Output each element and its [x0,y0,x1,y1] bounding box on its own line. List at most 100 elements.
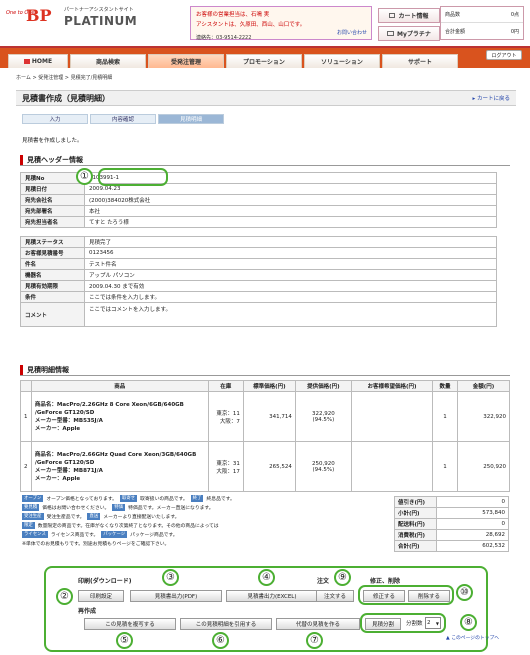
step-confirm: 内容確認 [90,114,156,124]
total-row: 小計(円) 573,840 [394,507,509,519]
total-row: 配送料(円) 0 [394,518,509,530]
detail-column-header: 提供価格(円) [294,380,352,392]
info-key: 条件 [20,291,85,303]
standard-price: 265,524 [242,441,296,492]
product-maker: メーカー：Apple [34,475,81,482]
items-value: 0点 [510,12,519,18]
edit-group-label: 修正、削除 [370,578,401,585]
product-name: 商品名：MacPro/2.26GHz 8 Core Xeon/6GB/640GB [34,401,184,408]
detail-column-header: 商品 [30,380,209,392]
edit-button[interactable]: 修正する [363,590,405,602]
header-info-heading: 見積ヘッダー情報 [20,154,510,166]
order-button[interactable]: 注文する [316,590,354,602]
excel-output-button[interactable]: 見積書出力(EXCEL) [226,590,318,602]
tab-promotion[interactable]: プロモーション [226,54,302,68]
my-platinum-label: Myプラチナ [397,31,431,38]
home-icon [23,59,30,64]
row-number: 2 [20,441,32,492]
logo-subtitle: パートナーアシスタントサイト [64,7,134,13]
legend-text: 取寄扱いの商品です。 [140,497,188,502]
legend-text: パッケージ商品です。 [130,533,178,538]
info-value: 本社 [84,205,497,217]
logo-platinum: PLATINUM [64,14,138,28]
info-value: てすと たろう様 [84,216,497,228]
page-top-link[interactable]: ▲ このページのトップへ [446,634,499,641]
alternative-estimate-button[interactable]: 代替の見積を作る [276,618,360,630]
pdf-output-button[interactable]: 見積書出力(PDF) [130,590,222,602]
row-number: 1 [20,391,32,442]
inquiry-link[interactable]: お問い合わせ [337,29,367,36]
main-nav-tabs: HOME 商品検索 受発注管理 プロモーション ソリューション サポート [8,54,458,68]
detail-heading: 見積明細情報 [20,364,510,376]
legend-row: ライセンス ライセンス商品です。 パッケージ パッケージ商品です。 [22,530,382,539]
info-value: (2000)384020株式会社 [84,194,497,206]
legend-badge: ライセンス [22,531,48,538]
logout-button[interactable]: ログアウト [486,50,522,60]
wish-price [350,441,434,492]
info-value: 2009.04.30 まで有効 [84,280,497,292]
quantity: 1 [432,441,458,492]
legend-badge: 取寄せ [119,495,138,502]
done-message: 見積書を作成しました。 [22,138,83,144]
legend-badge: 特価 [112,504,126,511]
items-label: 商品数 [445,12,461,18]
delete-button[interactable]: 削除する [408,590,450,602]
info-key: 宛先部署名 [20,205,85,217]
section-marker [20,364,23,375]
info-key: 機器名 [20,269,85,281]
total-key: 値引き(円) [394,496,437,508]
print-settings-button[interactable]: 印刷設定 [78,590,124,602]
total-row: 値引き(円) 0 [394,496,509,508]
tab-product-search[interactable]: 商品検索 [70,54,146,68]
back-to-cart-link[interactable]: ▸ カートに戻る [472,94,510,102]
reuse-detail-button[interactable]: この見積明細を引用する [180,618,272,630]
split-count-value: 2 [427,620,431,626]
legend-row: ※単体でのお見積もりです。別途お見積もりページをご確認下さい。 [22,539,382,548]
my-platinum-button[interactable]: Myプラチナ [378,26,440,41]
info-key: 件名 [20,258,85,270]
tab-support[interactable]: サポート [382,54,458,68]
total-value: 573,840 [436,507,509,519]
cart-button-label: カート情報 [398,13,429,20]
legend-text: 数量限定の商品です。在庫がなくなり次第終了となります。その他の商品によっては [37,524,219,529]
estimate-no-highlight [98,168,168,186]
contact-box: お客様の営業担当は、石鳴 実 アシスタントは、久原田、西山、山口です。 連絡先：… [190,6,372,41]
info-row: 機器名 アップル パソコン [20,269,497,281]
info-row: 件名 テスト件名 [20,258,497,270]
tab-order-management[interactable]: 受発注管理 [148,54,224,68]
legend-row: オープン オープン価格となっております。 取寄せ 取寄扱いの商品です。 終了 終息品です。 [22,494,382,503]
info-row: 宛先担当者名 てすと たろう様 [20,216,497,228]
tab-home-label: HOME [31,58,53,65]
callout-10: ⑩ [456,584,473,601]
tab-solution[interactable]: ソリューション [304,54,380,68]
tab-home[interactable]: HOME [8,54,68,68]
legend-row: 限定 数量限定の商品です。在庫がなくなり次第終了となります。その他の商品によっては [22,521,382,530]
info-row: 宛先部署名 本社 [20,205,497,217]
total-value: 0 [436,518,509,530]
stock-cell: 東京：11 大阪：7 [207,391,244,442]
info-value: 0123456 [84,247,497,259]
info-key: 見積No [20,172,85,184]
offer-price-cell: 250,920 (94.5%) [294,441,352,492]
total-key: 小計(円) [394,507,437,519]
total-value: 0円 [510,28,519,35]
contact-sales: お客様の営業担当は、石鳴 実 [196,12,270,18]
legend-text: メーカーより直接配送いたします。 [103,515,180,520]
product-cell: 商品名：MacPro/2.66GHz Quad Core Xeon/3GB/64… [30,441,209,492]
total-label: 合計金額 [445,28,466,35]
product-maker: メーカー：Apple [34,425,81,432]
legend-badge: 終了 [190,495,204,502]
product-name2: /GeForce GT120/SD [34,459,95,466]
split-count-select[interactable]: 2 ▼ [425,617,441,629]
detail-table: 商品 在庫 標準価格(円) 提供価格(円) お客様希望価格(円) 数量 金額(円) 1 商品名… [20,380,511,492]
total-key: 合計(円) [394,540,437,552]
legend-text: 価格はお問い合わせください。 [42,506,110,511]
recreate-group-label: 再作成 [78,608,97,615]
total-key: 配送料(円) [394,518,437,530]
copy-estimate-button[interactable]: この見積を複写する [84,618,176,630]
split-button[interactable]: 見積分割 [365,618,401,630]
chevron-down-icon: ▼ [435,620,439,626]
cart-button[interactable]: カート情報 [378,8,440,23]
info-key: 見積日付 [20,183,85,195]
info-key: 宛先担当者名 [20,216,85,228]
